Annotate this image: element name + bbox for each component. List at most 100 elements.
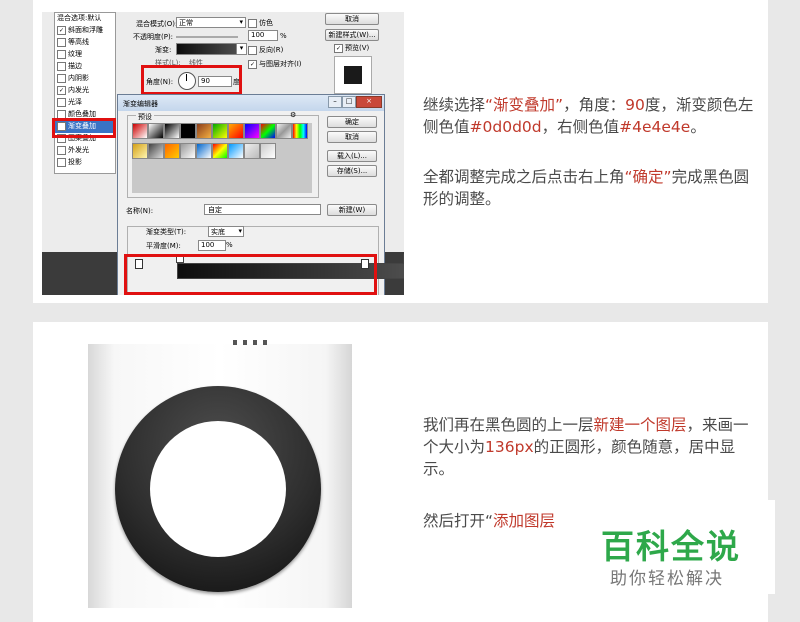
preset-swatch[interactable] bbox=[164, 123, 180, 139]
watermark-subtitle: 助你轻松解决 bbox=[610, 569, 724, 589]
preset-swatch[interactable] bbox=[180, 143, 196, 159]
layer-style-cancel-button[interactable]: 取消 bbox=[325, 13, 379, 25]
save-button[interactable]: 存储(S)... bbox=[327, 165, 377, 177]
opacity-stop-right[interactable] bbox=[403, 254, 404, 263]
styles-list: 混合选项:默认 ✓ 斜面和浮雕 等高线 纹理 描边 内阴影 ✓ 内发光 光泽 颜色叠加 ✓ 渐变叠加图… bbox=[54, 12, 116, 174]
style-item[interactable]: 纹理 bbox=[57, 49, 113, 61]
preset-swatch[interactable] bbox=[132, 123, 148, 139]
preset-swatch[interactable] bbox=[196, 123, 212, 139]
align-label: 与图层对齐(I) bbox=[259, 60, 302, 68]
opacity-slider[interactable] bbox=[176, 36, 238, 38]
preview-checkbox[interactable]: ✓ 预览(V) bbox=[334, 43, 369, 53]
preset-swatch[interactable] bbox=[228, 123, 244, 139]
gradient-type-value: 实底 bbox=[211, 228, 225, 236]
text-segment: 继续选择 bbox=[423, 96, 486, 114]
step-text-3: 我们再在黑色圆的上一层新建一个图层，来画一个大小为136px的正圆形，颜色随意，… bbox=[423, 414, 758, 480]
presets-group: 预设 ⚙ bbox=[127, 111, 319, 198]
ok-button[interactable]: 确定 bbox=[327, 116, 377, 128]
gradient-preview[interactable] bbox=[176, 43, 240, 55]
minimize-icon[interactable]: – bbox=[328, 96, 342, 108]
opacity-input[interactable]: 100 bbox=[248, 30, 278, 41]
style-checkbox[interactable] bbox=[57, 61, 66, 71]
preset-swatch[interactable] bbox=[260, 143, 276, 159]
preset-swatch[interactable] bbox=[244, 143, 260, 159]
chevron-down-icon: ▾ bbox=[239, 18, 243, 26]
preset-swatch[interactable] bbox=[132, 143, 148, 159]
blend-mode-label: 混合模式(O): bbox=[136, 20, 178, 28]
name-label: 名称(N): bbox=[126, 207, 154, 215]
new-style-button[interactable]: 新建样式(W)... bbox=[325, 29, 379, 41]
photoshop-screenshot: 混合选项:默认 ✓ 斜面和浮雕 等高线 纹理 描边 内阴影 ✓ 内发光 光泽 颜色叠加 ✓ 渐变叠加图… bbox=[42, 12, 404, 295]
chevron-down-icon: ▾ bbox=[238, 227, 242, 235]
style-item-label: 斜面和浮雕 bbox=[68, 26, 103, 34]
style-item-label: 描边 bbox=[68, 62, 82, 70]
style-checkbox[interactable] bbox=[57, 145, 66, 155]
blend-mode-value: 正常 bbox=[179, 19, 193, 27]
preset-swatch[interactable] bbox=[148, 143, 164, 159]
maximize-icon[interactable]: □ bbox=[342, 96, 356, 108]
style-item[interactable]: ✓ 内发光 bbox=[57, 85, 113, 97]
blend-mode-select[interactable]: 正常 ▾ bbox=[176, 17, 246, 28]
style-item[interactable]: ✓ 斜面和浮雕 bbox=[57, 25, 113, 37]
load-button[interactable]: 载入(L)... bbox=[327, 150, 377, 162]
style-item[interactable]: 描边 bbox=[57, 61, 113, 73]
reverse-label: 反向(R) bbox=[259, 46, 284, 54]
smoothness-input[interactable]: 100 bbox=[198, 240, 226, 251]
style-item[interactable]: 外发光 bbox=[57, 145, 113, 157]
highlight-right-color: #4e4e4e bbox=[619, 118, 691, 136]
preset-swatch[interactable] bbox=[164, 143, 180, 159]
name-input[interactable]: 自定 bbox=[204, 204, 321, 215]
cancel-button[interactable]: 取消 bbox=[327, 131, 377, 143]
gradient-type-select[interactable]: 实底 ▾ bbox=[208, 226, 244, 237]
presets-menu-icon[interactable]: ⚙ bbox=[290, 111, 296, 119]
preset-swatch[interactable] bbox=[244, 123, 260, 139]
style-item-label: 等高线 bbox=[68, 38, 89, 46]
close-icon[interactable]: × bbox=[356, 96, 382, 108]
preset-swatch[interactable] bbox=[212, 123, 228, 139]
style-item[interactable]: 内阴影 bbox=[57, 73, 113, 85]
preset-swatch[interactable] bbox=[228, 143, 244, 159]
color-stop-left-marker[interactable] bbox=[135, 259, 143, 269]
style-checkbox[interactable]: ✓ bbox=[57, 85, 66, 95]
smoothness-unit: % bbox=[226, 241, 233, 249]
style-item[interactable]: 投影 bbox=[57, 157, 113, 169]
highlight-angle: 90 bbox=[625, 96, 645, 114]
text-segment: 。 bbox=[690, 118, 706, 136]
new-gradient-button[interactable]: 新建(W) bbox=[327, 204, 377, 216]
preset-swatch[interactable] bbox=[148, 123, 164, 139]
preset-swatch[interactable] bbox=[276, 123, 292, 139]
style-item-label: 光泽 bbox=[68, 98, 82, 106]
presets-label: 预设 bbox=[136, 112, 154, 122]
style-item[interactable]: 等高线 bbox=[57, 37, 113, 49]
preset-swatch[interactable] bbox=[260, 123, 276, 139]
styles-header: 混合选项:默认 bbox=[57, 14, 102, 22]
dither-label: 仿色 bbox=[259, 19, 273, 27]
style-checkbox[interactable] bbox=[57, 49, 66, 59]
style-checkbox[interactable] bbox=[57, 73, 66, 83]
highlight-new-layer: 新建一个图层 bbox=[593, 416, 687, 434]
style-checkbox[interactable] bbox=[57, 157, 66, 167]
style-checkbox[interactable] bbox=[57, 37, 66, 47]
preset-swatch[interactable] bbox=[180, 123, 196, 139]
color-stop-right-marker[interactable] bbox=[361, 259, 369, 269]
preset-swatch[interactable] bbox=[292, 123, 308, 139]
style-item-label: 外发光 bbox=[68, 146, 89, 154]
gradient-editor-titlebar: 渐变编辑器 – □ × bbox=[118, 95, 384, 111]
style-checkbox[interactable] bbox=[57, 97, 66, 107]
style-item[interactable]: 光泽 bbox=[57, 97, 113, 109]
gradient-dropdown[interactable]: ▾ bbox=[236, 43, 247, 55]
dither-checkbox[interactable]: 仿色 bbox=[248, 18, 273, 28]
smoothness-label: 平滑度(M): bbox=[146, 242, 181, 250]
device-top-marks bbox=[233, 340, 269, 345]
style-item-label: 内阴影 bbox=[68, 74, 89, 82]
step-text-1: 继续选择“渐变叠加”，角度：90度，渐变颜色左侧色值#0d0d0d，右侧色值#4… bbox=[423, 94, 758, 138]
preset-swatch[interactable] bbox=[196, 143, 212, 159]
highlight-ok: “确定” bbox=[624, 168, 672, 186]
style-checkbox[interactable]: ✓ bbox=[57, 25, 66, 35]
align-checkbox[interactable]: ✓ 与图层对齐(I) bbox=[248, 59, 302, 69]
presets-grid[interactable] bbox=[132, 123, 312, 193]
gradient-overlay-highlight-box bbox=[52, 118, 116, 138]
black-circle bbox=[115, 386, 321, 592]
preset-swatch[interactable] bbox=[212, 143, 228, 159]
reverse-checkbox[interactable]: 反向(R) bbox=[248, 45, 283, 55]
